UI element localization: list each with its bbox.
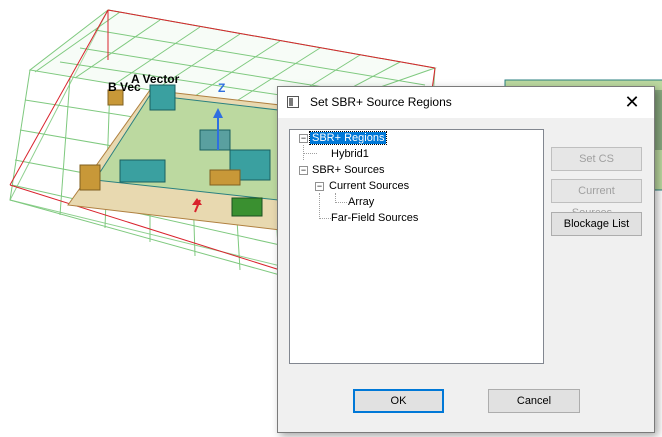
dialog-titlebar[interactable]: Set SBR+ Source Regions ✕ [278,87,654,118]
sbr-source-regions-dialog: Set SBR+ Source Regions ✕ − SBR+ Regions… [277,86,655,433]
tree-node-array[interactable]: Array [346,195,376,210]
tree-node-label: Hybrid1 [331,148,369,160]
tree-node-current-sources[interactable]: Current Sources [327,179,411,194]
tree-node-label: SBR+ Sources [312,164,385,176]
tree-node-far-field-sources[interactable]: Far-Field Sources [329,211,420,226]
tree-line [319,193,320,219]
vector-label-b: B Vec [108,80,141,94]
dialog-title: Set SBR+ Source Regions [310,95,452,109]
source-regions-tree[interactable]: − SBR+ Regions Hybrid1 − SBR+ Sources − … [289,129,544,364]
set-cs-button[interactable]: Set CS [551,147,642,171]
tree-node-hybrid1[interactable]: Hybrid1 [329,147,371,162]
tree-node-label: Far-Field Sources [331,212,419,224]
window-icon [287,96,299,108]
tree-node-sbr-regions[interactable]: SBR+ Regions [308,131,388,146]
close-button[interactable]: ✕ [610,87,654,118]
tree-line [303,153,317,154]
tree-node-label: Array [348,196,375,208]
blockage-list-button[interactable]: Blockage List [551,212,642,236]
expand-collapse-icon[interactable]: − [315,182,324,191]
current-sources-button[interactable]: Current Sources... [551,179,642,219]
cancel-button[interactable]: Cancel [488,389,580,413]
expand-collapse-icon[interactable]: − [299,134,308,143]
tree-node-label: SBR+ Regions [308,131,388,145]
ok-button[interactable]: OK [353,389,444,413]
z-axis-label: Z [218,81,225,95]
expand-collapse-icon[interactable]: − [299,166,308,175]
tree-node-sbr-sources[interactable]: SBR+ Sources [310,163,386,178]
tree-node-label: Current Sources [329,180,410,192]
